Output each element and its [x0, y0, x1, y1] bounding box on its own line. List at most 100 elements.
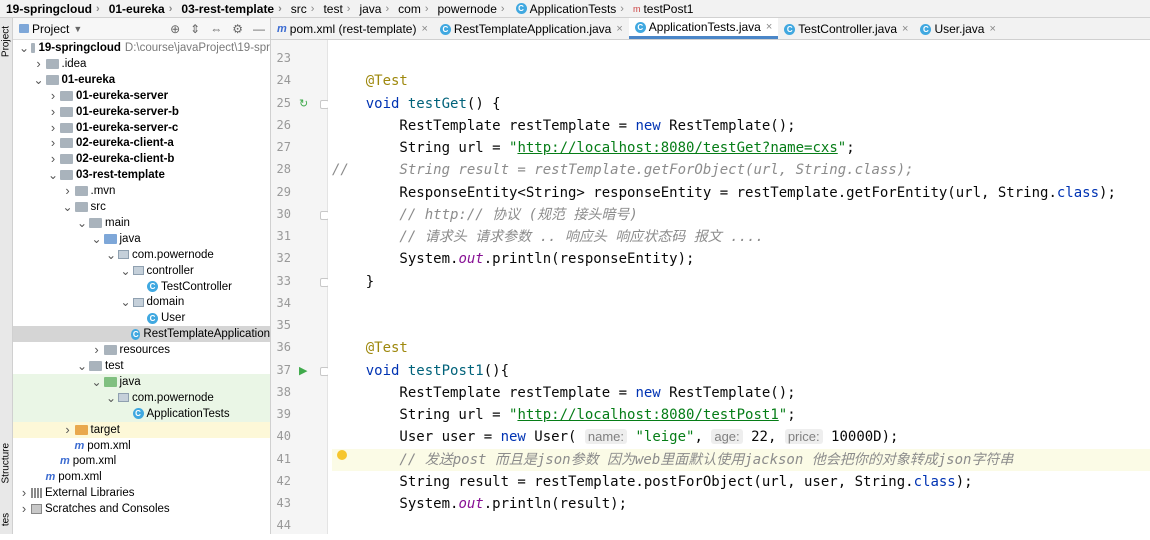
target-icon[interactable]: ⊕ — [170, 22, 180, 36]
chevron-right-icon[interactable]: › — [63, 183, 73, 199]
chevron-right-icon[interactable]: › — [48, 104, 58, 120]
chevron-right-icon[interactable]: › — [63, 422, 73, 438]
tree-item[interactable]: ⌄ com.powernode — [13, 247, 270, 263]
maven-icon: m — [277, 23, 287, 35]
breadcrumb-item[interactable]: src › — [285, 2, 318, 16]
tree-item[interactable]: ⌄ java — [13, 373, 270, 390]
tab-label: User.java — [934, 22, 985, 36]
project-tool-window-button[interactable]: Project — [1, 22, 12, 62]
tree-item[interactable]: ⌄ controller — [13, 263, 270, 279]
chevron-down-icon[interactable]: ⌄ — [19, 40, 29, 56]
tree-item[interactable]: ⌄ src — [13, 199, 270, 215]
chevron-right-icon[interactable]: › — [48, 151, 58, 167]
tree-item[interactable]: › External Libraries — [13, 485, 270, 501]
breadcrumb-item[interactable]: powernode › — [432, 2, 508, 16]
chevron-right-icon[interactable]: › — [19, 501, 29, 517]
tree-item[interactable]: ⌄ 03-rest-template — [13, 167, 270, 183]
chevron-down-icon[interactable]: ⌄ — [63, 199, 73, 215]
tree-item[interactable]: › 01-eureka-server-c — [13, 120, 270, 136]
chevron-down-icon[interactable]: ⌄ — [92, 231, 102, 247]
close-icon[interactable]: × — [989, 23, 995, 35]
tree-item[interactable]: › .idea — [13, 56, 270, 72]
breadcrumb-item[interactable]: 01-eureka › — [103, 2, 176, 16]
collapse-all-icon[interactable]: ⇔ — [210, 22, 222, 36]
tree-item[interactable]: › resources — [13, 342, 270, 358]
tab-applicationtests-java[interactable]: C ApplicationTests.java × — [628, 18, 779, 39]
parameter-hint: age: — [711, 429, 743, 445]
chevron-right-icon[interactable]: › — [19, 485, 29, 501]
parameter-hint: price: — [784, 429, 823, 445]
chevron-right-icon[interactable]: › — [34, 56, 44, 72]
lightbulb-icon[interactable] — [337, 450, 347, 460]
close-icon[interactable]: × — [421, 23, 427, 35]
code-line: RestTemplate restTemplate = new RestTemp… — [332, 382, 795, 404]
tree-item[interactable]: › target — [13, 421, 270, 438]
chevron-right-icon[interactable]: › — [48, 135, 58, 151]
structure-tool-window-button[interactable]: Structure — [1, 443, 12, 484]
close-icon[interactable]: × — [902, 23, 908, 35]
code-token: String url = — [332, 407, 510, 423]
tree-item[interactable]: ⌄ 19-springcloud D:\course\javaProject\19-… — [13, 40, 270, 56]
tree-item[interactable]: ⌄ com.powernode — [13, 389, 270, 406]
chevron-down-icon[interactable]: ⌄ — [106, 390, 116, 406]
tree-item[interactable]: ⌄ test — [13, 358, 270, 374]
code-editor[interactable]: @Test void testGet() { RestTemplate rest… — [328, 40, 1150, 534]
code-token: " — [837, 140, 847, 156]
breadcrumb-item[interactable]: C ApplicationTests › — [508, 2, 627, 16]
tab-resttemplateapplication-java[interactable]: C RestTemplateApplication.java × — [434, 19, 629, 39]
chevron-down-icon[interactable]: ▼ — [73, 24, 82, 34]
chevron-down-icon[interactable]: ⌄ — [48, 167, 58, 183]
code-line: // 请求头 请求参数 .. 响应头 响应状态码 报文 .... — [332, 226, 763, 248]
run-icon[interactable]: ▶ — [299, 364, 307, 377]
breadcrumb-item[interactable]: 19-springcloud › — [0, 2, 103, 16]
chevron-right-icon[interactable]: › — [92, 342, 102, 358]
breadcrumb-item[interactable]: com › — [392, 2, 431, 16]
tree-item[interactable]: ⌄ domain — [13, 294, 270, 310]
chevron-right-icon[interactable]: › — [48, 120, 58, 136]
chevron-down-icon[interactable]: ⌄ — [77, 215, 87, 231]
breadcrumb-item[interactable]: m testPost1 — [627, 2, 697, 16]
tree-item[interactable]: › Scratches and Consoles — [13, 501, 270, 517]
tree-item[interactable]: › .mvn — [13, 183, 270, 199]
run-passed-icon[interactable]: ↻ — [299, 97, 308, 110]
close-icon[interactable]: × — [616, 23, 622, 35]
breadcrumb-label: 19-springcloud — [6, 1, 93, 16]
tree-item[interactable]: › 02-eureka-client-b — [13, 151, 270, 167]
tree-item[interactable]: m pom.xml — [13, 469, 270, 485]
chevron-down-icon[interactable]: ⌄ — [92, 374, 102, 390]
project-panel-title[interactable]: Project — [32, 22, 69, 36]
breadcrumb-label: testPost1 — [643, 1, 694, 16]
tree-item[interactable]: m pom.xml — [13, 453, 270, 469]
line-number: 29 — [276, 184, 291, 199]
tree-item[interactable]: › 02-eureka-client-a — [13, 135, 270, 151]
chevron-down-icon[interactable]: ⌄ — [77, 358, 87, 374]
close-icon[interactable]: × — [766, 21, 772, 33]
tab-user-java[interactable]: C User.java × — [914, 19, 1001, 39]
breadcrumb-item[interactable]: test › — [317, 2, 353, 16]
tree-item[interactable]: ⌄ 01-eureka — [13, 72, 270, 88]
tree-item[interactable]: C TestController — [13, 279, 270, 295]
breadcrumb-item[interactable]: 03-rest-template › — [175, 2, 284, 16]
editor-gutter: 23 24 25 ↻ 26 27 28 29 30 31 32 33 34 35 36 37 ▶ 38 39 40 41… — [271, 40, 329, 534]
chevron-down-icon[interactable]: ⌄ — [106, 247, 116, 263]
chevron-right-icon[interactable]: › — [48, 88, 58, 104]
code-token: void — [365, 362, 400, 379]
tree-item[interactable]: ⌄ java — [13, 231, 270, 247]
chevron-down-icon[interactable]: ⌄ — [121, 263, 131, 279]
tab-testcontroller-java[interactable]: C TestController.java × — [778, 19, 914, 39]
minimize-icon[interactable]: — — [253, 22, 265, 36]
chevron-down-icon[interactable]: ⌄ — [34, 72, 44, 88]
tree-item[interactable]: C RestTemplateApplication — [13, 326, 270, 343]
tab-label: ApplicationTests.java — [648, 20, 761, 34]
tree-item[interactable]: C User — [13, 310, 270, 326]
tab-pom-xml-rest-template[interactable]: m pom.xml (rest-template) × — [271, 19, 434, 39]
tree-item[interactable]: ⌄ main — [13, 215, 270, 231]
gear-icon[interactable]: ⚙ — [232, 22, 243, 36]
chevron-down-icon[interactable]: ⌄ — [121, 294, 131, 310]
tree-item[interactable]: m pom.xml — [13, 438, 270, 454]
breadcrumb-item[interactable]: java › — [353, 2, 392, 16]
expand-all-icon[interactable]: ⇕ — [190, 22, 200, 36]
tree-item[interactable]: › 01-eureka-server — [13, 88, 270, 104]
tree-item[interactable]: C ApplicationTests — [13, 405, 270, 422]
tree-item[interactable]: › 01-eureka-server-b — [13, 104, 270, 120]
